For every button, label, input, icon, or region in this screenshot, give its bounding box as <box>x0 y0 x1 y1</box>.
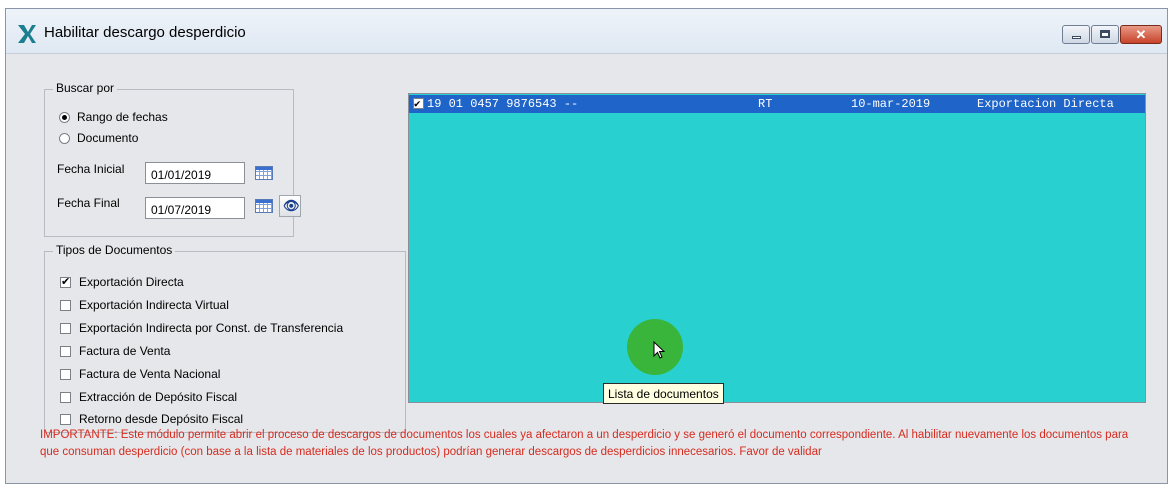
search-button[interactable]: 👁 <box>279 195 301 217</box>
label-factura-venta[interactable]: Factura de Venta <box>79 344 170 358</box>
mouse-pointer-icon <box>653 341 666 359</box>
checkbox-factura-venta[interactable] <box>60 346 71 357</box>
window-title: Habilitar descargo desperdicio <box>44 24 246 41</box>
app-logo-icon <box>18 25 36 43</box>
row-checkbox[interactable] <box>413 96 424 114</box>
row-code: RT <box>758 97 773 111</box>
checkbox-exportacion-indirecta-const[interactable] <box>60 323 71 334</box>
calendar-final-button[interactable] <box>253 196 275 216</box>
tipos-documentos-legend: Tipos de Documentos <box>53 243 176 257</box>
radio-rango-fechas-label[interactable]: Rango de fechas <box>77 110 168 124</box>
label-extraccion-deposito-fiscal[interactable]: Extracción de Depósito Fiscal <box>79 390 237 404</box>
fecha-final-label: Fecha Final <box>57 196 120 210</box>
binoculars-icon: 👁 <box>283 198 300 213</box>
radio-rango-fechas[interactable] <box>59 112 70 123</box>
fecha-final-input[interactable]: 01/07/2019 <box>145 197 245 219</box>
title-bar[interactable]: Habilitar descargo desperdicio <box>6 9 1167 54</box>
calendar-icon <box>255 166 273 180</box>
maximize-button[interactable] <box>1091 25 1119 44</box>
label-exportacion-indirecta-virtual[interactable]: Exportación Indirecta Virtual <box>79 298 229 312</box>
radio-documento[interactable] <box>59 133 70 144</box>
label-exportacion-indirecta-const[interactable]: Exportación Indirecta por Const. de Tran… <box>79 321 343 335</box>
fecha-inicial-label: Fecha Inicial <box>57 162 125 176</box>
important-note: IMPORTANTE: Este módulo permite abrir el… <box>40 429 1129 458</box>
radio-documento-label[interactable]: Documento <box>77 131 138 145</box>
checkbox-retorno-deposito-fiscal[interactable] <box>60 414 71 425</box>
calendar-inicial-button[interactable] <box>253 163 275 183</box>
minimize-button[interactable] <box>1062 25 1090 44</box>
list-tooltip: Lista de documentos <box>603 383 724 404</box>
row-document-type: Exportacion Directa <box>977 97 1114 111</box>
label-factura-venta-nacional[interactable]: Factura de Venta Nacional <box>79 367 220 381</box>
tipos-documentos-group: Tipos de Documentos Exportación Directa … <box>44 243 406 433</box>
main-window: Habilitar descargo desperdicio Buscar po… <box>5 8 1168 484</box>
buscar-por-group: Buscar por Rango de fechas Documento Fec… <box>44 81 301 237</box>
list-item[interactable]: 19 01 0457 9876543 -- RT 10-mar-2019 Exp… <box>409 95 1145 114</box>
checkbox-exportacion-directa[interactable] <box>60 275 71 288</box>
checkbox-exportacion-indirecta-virtual[interactable] <box>60 300 71 311</box>
label-exportacion-directa[interactable]: Exportación Directa <box>79 275 184 289</box>
buscar-por-legend: Buscar por <box>53 81 118 95</box>
fecha-inicial-input[interactable]: 01/01/2019 <box>145 162 245 184</box>
row-document-number: 19 01 0457 9876543 -- <box>427 97 579 111</box>
checkbox-extraccion-deposito-fiscal[interactable] <box>60 392 71 403</box>
documents-list[interactable]: 19 01 0457 9876543 -- RT 10-mar-2019 Exp… <box>408 93 1146 403</box>
row-date: 10-mar-2019 <box>851 97 931 111</box>
calendar-icon <box>255 199 273 213</box>
close-button[interactable] <box>1120 25 1162 44</box>
label-retorno-deposito-fiscal[interactable]: Retorno desde Depósito Fiscal <box>79 412 243 426</box>
checkbox-factura-venta-nacional[interactable] <box>60 369 71 380</box>
